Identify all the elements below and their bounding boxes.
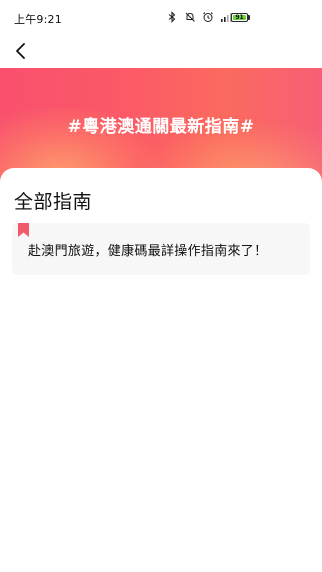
bluetooth-icon <box>168 11 176 23</box>
bookmark-icon <box>18 223 29 237</box>
status-bar: 上午9:21 91 <box>0 0 322 34</box>
battery-level: 91 <box>235 14 244 21</box>
battery-indicator: 91 <box>231 13 248 22</box>
section-title: 全部指南 <box>14 191 93 213</box>
status-time: 上午9:21 <box>14 13 62 26</box>
battery-cap <box>248 15 250 20</box>
alarm-icon <box>203 12 213 22</box>
guide-title: 赴澳門旅遊，健康碼最詳操作指南來了！ <box>28 244 268 259</box>
content-card: 全部指南 赴澳門旅遊，健康碼最詳操作指南來了！ <box>0 168 322 572</box>
guide-list-item[interactable]: 赴澳門旅遊，健康碼最詳操作指南來了！ <box>12 223 310 275</box>
mute-icon <box>185 12 195 22</box>
nav-bar <box>0 34 322 68</box>
back-button[interactable] <box>8 38 34 64</box>
chevron-left-icon <box>16 43 25 59</box>
banner-title: #粵港澳通關最新指南# <box>67 117 255 137</box>
